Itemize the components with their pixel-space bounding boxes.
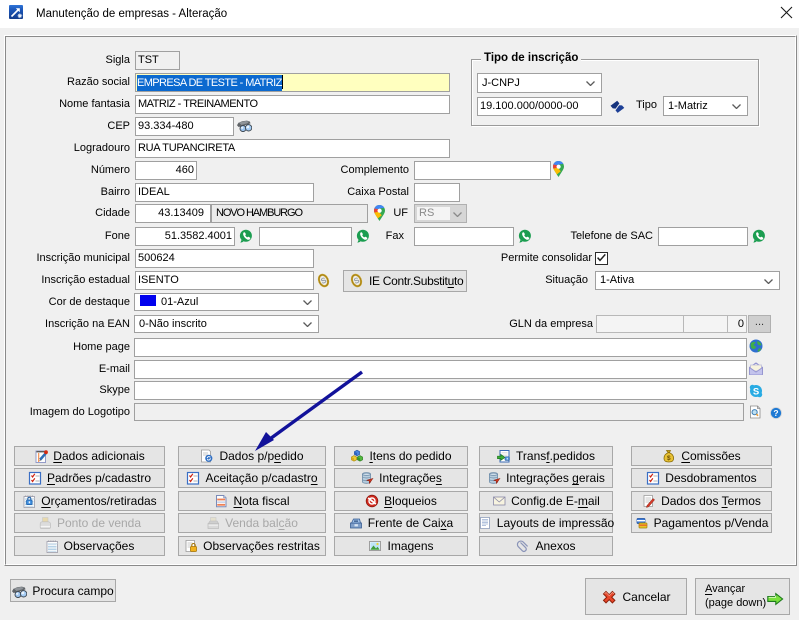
svg-text:?: ? — [773, 408, 778, 418]
svg-text:S: S — [753, 386, 759, 397]
svg-text:$: $ — [667, 455, 671, 462]
